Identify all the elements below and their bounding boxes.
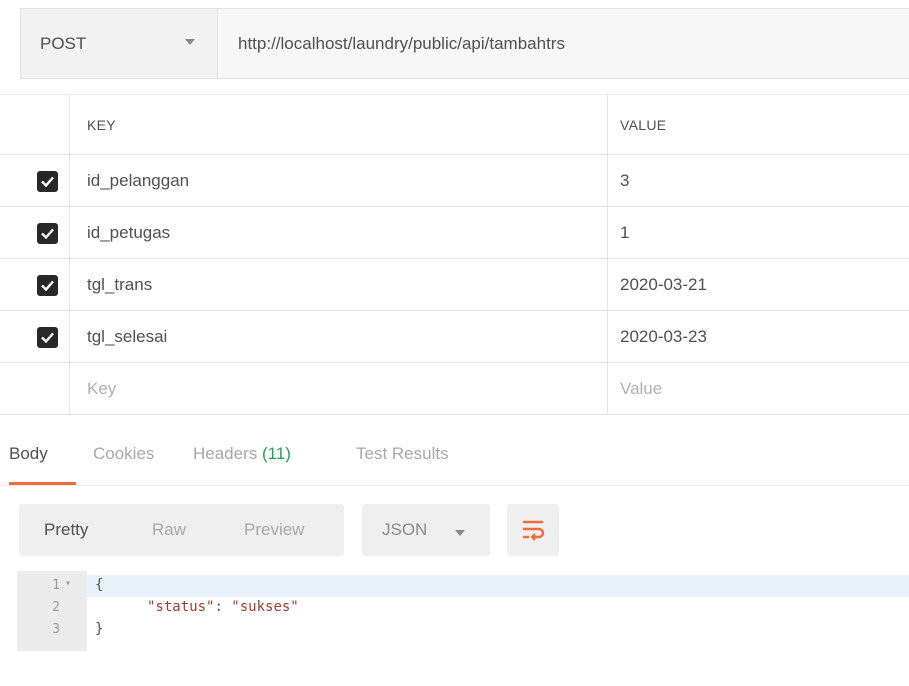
param-key-input[interactable]: tgl_selesai [70,311,608,362]
json-key: "status" [147,599,215,615]
json-value: "sukses" [231,599,299,615]
request-url-bar: POST http://localhost/laundry/public/api… [20,8,909,79]
code-line: 2 "status": "sukses" [0,597,909,619]
code-line: 3 } [0,619,909,641]
language-label: JSON [382,520,428,539]
param-checkbox[interactable] [37,327,58,348]
checkbox-cell [0,155,70,206]
param-checkbox[interactable] [37,171,58,192]
checkbox-cell [0,363,70,414]
new-value-input[interactable]: Value [608,363,909,414]
param-value-input[interactable]: 1 [608,207,909,258]
line-number: 3 [52,622,60,637]
param-value-input[interactable]: 2020-03-21 [608,259,909,310]
active-line-highlight [87,575,909,597]
url-text: http://localhost/laundry/public/api/tamb… [238,33,565,53]
response-body-editor[interactable]: 1 ▾ { 2 "status": "sukses" 3 } [0,570,909,686]
response-tabs: Body Cookies Headers (11) Test Results [0,430,909,486]
tab-test-results[interactable]: Test Results [356,444,449,464]
format-toggle-group: Pretty Raw Preview [19,504,344,556]
chevron-down-icon [455,530,465,536]
checkbox-cell [0,259,70,310]
line-number: 2 [52,600,60,615]
param-value-input[interactable]: 3 [608,155,909,206]
checkbox-column-header [0,95,70,154]
checkmark-icon [41,332,54,344]
fold-arrow-icon[interactable]: ▾ [65,578,71,589]
method-label: POST [40,33,87,53]
param-row: id_pelanggan 3 [0,155,909,207]
tab-headers[interactable]: Headers (11) [193,444,291,464]
tab-cookies[interactable]: Cookies [93,444,154,464]
params-header-row: KEY VALUE [0,95,909,155]
param-row: id_petugas 1 [0,207,909,259]
preview-button[interactable]: Preview [244,520,304,540]
language-select[interactable]: JSON [362,504,490,556]
raw-button[interactable]: Raw [152,520,186,540]
line-number: 1 [52,578,60,593]
active-tab-indicator [9,482,76,485]
param-row: tgl_selesai 2020-03-23 [0,311,909,363]
param-key-input[interactable]: tgl_trans [70,259,608,310]
url-input[interactable]: http://localhost/laundry/public/api/tamb… [218,9,909,78]
wrap-lines-button[interactable] [507,504,559,556]
headers-count-badge: (11) [262,444,291,463]
checkbox-cell [0,311,70,362]
param-checkbox[interactable] [37,223,58,244]
tab-headers-label: Headers [193,444,258,463]
param-row: tgl_trans 2020-03-21 [0,259,909,311]
value-column-header: VALUE [620,116,667,133]
json-colon: : [214,599,232,615]
checkmark-icon [41,228,54,240]
param-key-input[interactable]: id_petugas [70,207,608,258]
code-text: "status": "sukses" [147,599,299,615]
param-checkbox[interactable] [37,275,58,296]
code-text: { [95,577,104,593]
chevron-down-icon [185,39,195,45]
key-column-header: KEY [70,95,608,154]
checkbox-cell [0,207,70,258]
code-line: 1 ▾ { [0,575,909,597]
param-key-input[interactable]: id_pelanggan [70,155,608,206]
params-table: KEY VALUE id_pelanggan 3 id_petugas 1 tg… [0,95,909,415]
wrap-lines-icon [523,520,545,541]
param-value-input[interactable]: 2020-03-23 [608,311,909,362]
tab-body[interactable]: Body [9,444,48,464]
checkmark-icon [41,280,54,292]
code-text: } [95,621,104,637]
param-row-new: Key Value [0,363,909,415]
method-select[interactable]: POST [21,9,218,78]
pretty-button[interactable]: Pretty [44,520,88,540]
checkmark-icon [41,176,54,188]
new-key-input[interactable]: Key [70,363,608,414]
